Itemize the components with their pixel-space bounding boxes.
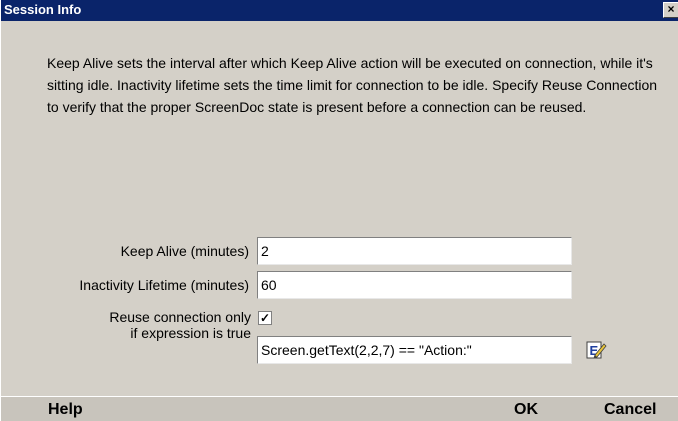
session-info-dialog: Session Info × Keep Alive sets the inter…: [0, 0, 678, 421]
description-text: Keep Alive sets the interval after which…: [47, 55, 658, 115]
dialog-footer: Help OK Cancel: [1, 396, 678, 421]
reuse-expression-label: if expression is true: [130, 325, 251, 341]
keep-alive-input[interactable]: 2: [257, 237, 572, 265]
close-button[interactable]: ×: [663, 2, 678, 18]
keep-alive-label: Keep Alive (minutes): [120, 243, 249, 259]
edit-pencil-icon[interactable]: E: [585, 339, 607, 361]
inactivity-lifetime-label: Inactivity Lifetime (minutes): [79, 277, 249, 293]
inactivity-lifetime-input[interactable]: 60: [257, 271, 572, 299]
expression-input[interactable]: Screen.getText(2,2,7) == "Action:": [257, 336, 572, 364]
help-button[interactable]: Help: [48, 400, 83, 420]
cancel-button[interactable]: Cancel: [604, 400, 656, 420]
title-bar[interactable]: Session Info ×: [1, 0, 678, 21]
window-title: Session Info: [4, 2, 82, 17]
reuse-connection-checkbox[interactable]: ✓: [258, 311, 272, 325]
ok-button[interactable]: OK: [514, 400, 538, 420]
